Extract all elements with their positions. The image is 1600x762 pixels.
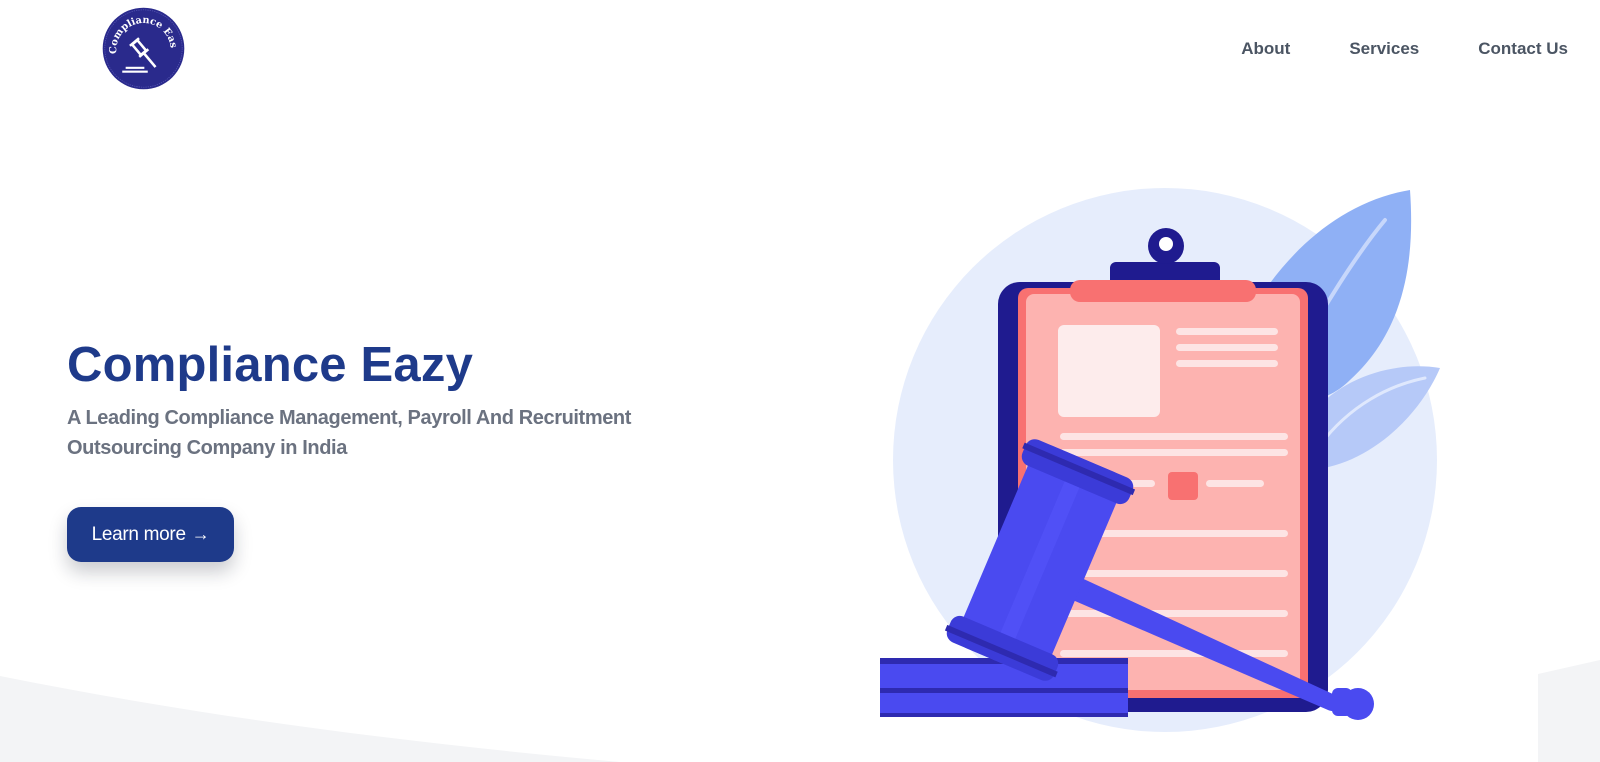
nav-link-contact-us[interactable]: Contact Us — [1478, 38, 1568, 60]
arrow-right-icon: → — [191, 524, 210, 544]
hero-section: Compliance Eazy A Leading Compliance Man… — [67, 335, 747, 463]
hero-title: Compliance Eazy — [67, 338, 474, 392]
compliance-easy-logo-icon: Compliance Easy — [101, 6, 185, 90]
clipboard-gavel-illustration — [880, 188, 1440, 732]
hero-illustration — [880, 180, 1450, 740]
nav-link-about[interactable]: About — [1241, 38, 1290, 60]
nav-link-services[interactable]: Services — [1349, 38, 1419, 60]
learn-more-label: Learn more — [91, 523, 186, 545]
brand-logo[interactable]: Compliance Easy — [101, 6, 186, 91]
learn-more-button[interactable]: Learn more → — [67, 507, 234, 562]
hero-subtitle: A Leading Compliance Management, Payroll… — [67, 407, 631, 459]
main-navigation: About Services Contact Us — [1241, 38, 1568, 60]
landing-page: Compliance Easy About Services Contact U… — [0, 0, 1600, 762]
gavel-base-shape — [880, 658, 1128, 717]
